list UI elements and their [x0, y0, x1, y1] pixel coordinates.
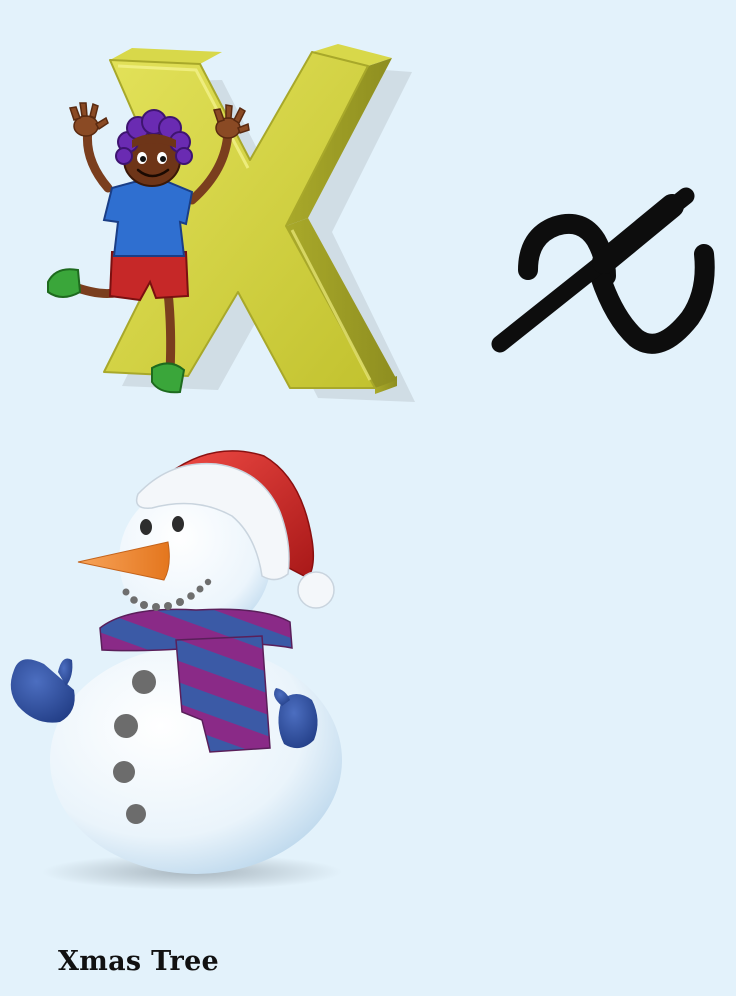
left-mitten [10, 658, 75, 723]
script-letter-x [491, 187, 715, 354]
caption-label: Xmas Tree [58, 946, 220, 977]
illustration-canvas [10, 44, 715, 890]
snowman-with-santa-hat [10, 450, 342, 890]
